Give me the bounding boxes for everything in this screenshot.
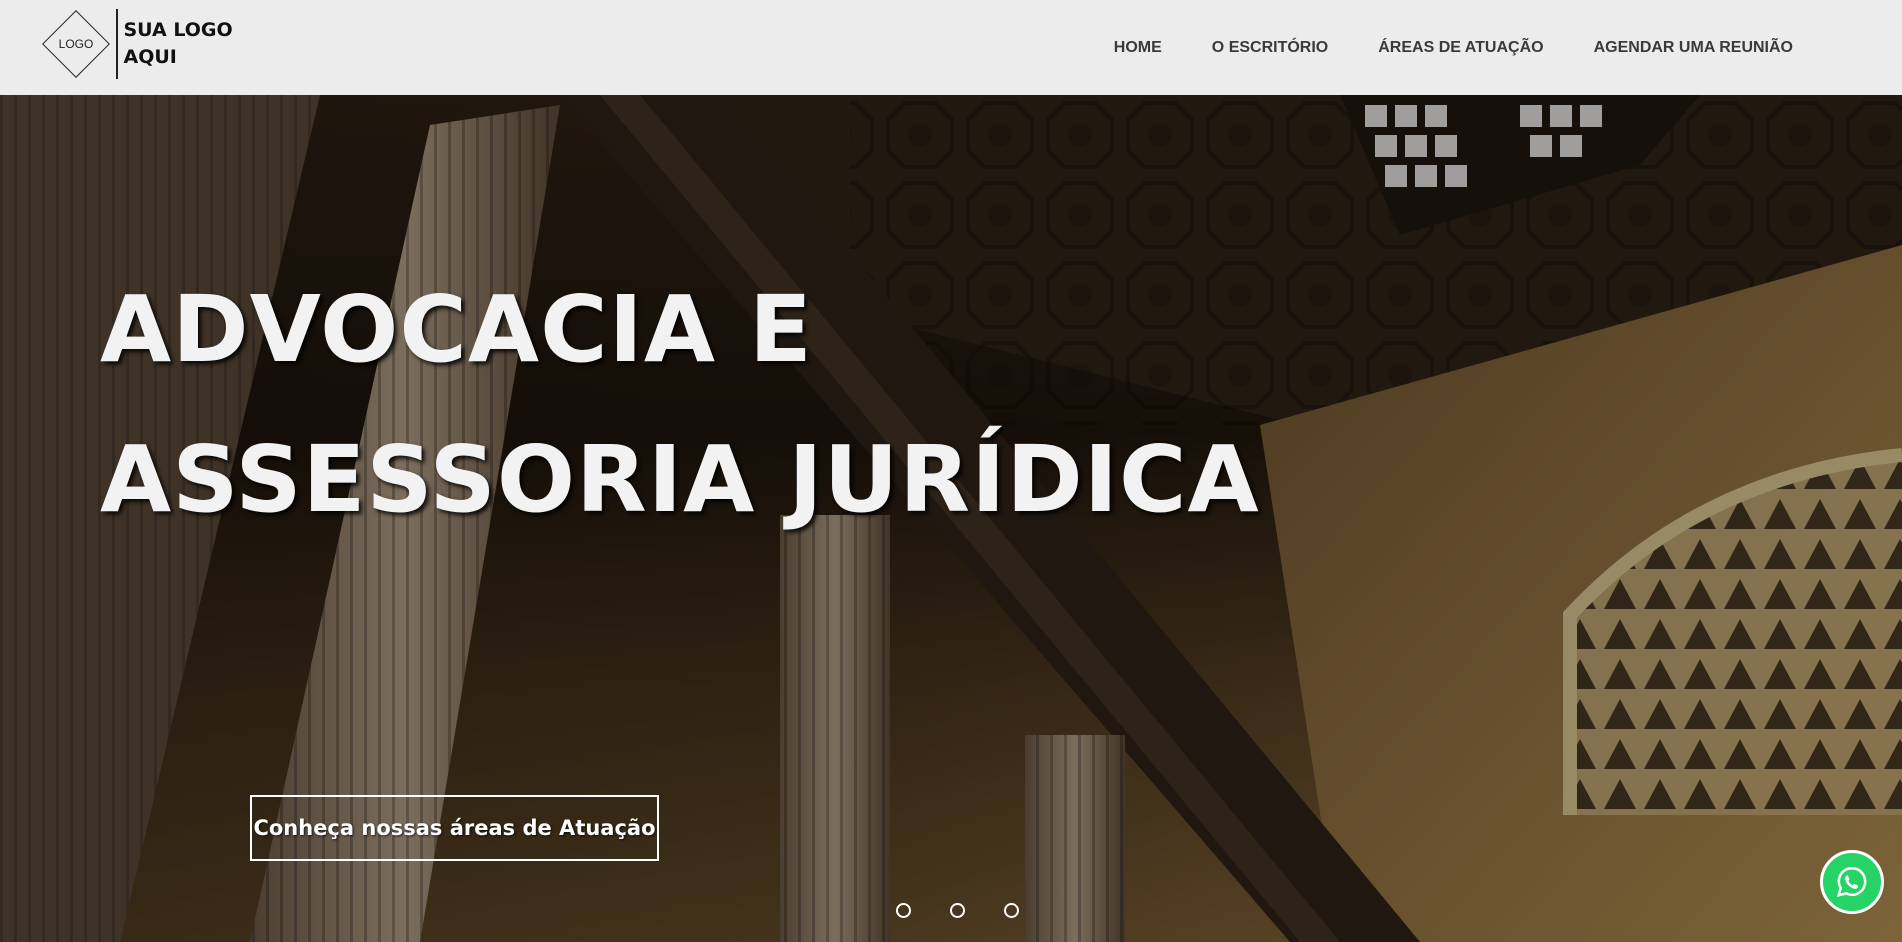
logo-text: SUA LOGO AQUI xyxy=(124,17,234,71)
hero-title-line1: ADVOCACIA E xyxy=(100,276,813,383)
nav-item-areas-de-atuacao[interactable]: ÁREAS DE ATUAÇÃO xyxy=(1378,39,1543,57)
nav-item-agendar-reuniao[interactable]: AGENDAR UMA REUNIÃO xyxy=(1594,39,1793,57)
logo-mark-text: LOGO xyxy=(58,37,94,51)
hero-title: ADVOCACIA E ASSESSORIA JURÍDICA xyxy=(100,255,1300,555)
logo-diamond-icon: LOGO xyxy=(40,8,112,80)
hero-title-line2: ASSESSORIA JURÍDICA xyxy=(100,426,1260,533)
main-nav: HOME O ESCRITÓRIO ÁREAS DE ATUAÇÃO AGEND… xyxy=(1064,0,1793,95)
whatsapp-button[interactable] xyxy=(1820,850,1884,914)
nav-item-home[interactable]: HOME xyxy=(1114,39,1162,57)
nav-item-o-escritorio[interactable]: O ESCRITÓRIO xyxy=(1212,39,1328,57)
logo-text-line1: SUA LOGO xyxy=(123,19,233,41)
slider-dot-1[interactable] xyxy=(896,903,911,918)
cta-areas-button[interactable]: Conheça nossas áreas de Atuação xyxy=(250,795,659,861)
hero-slider: ADVOCACIA E ASSESSORIA JURÍDICA Conheça … xyxy=(0,95,1902,942)
site-header: LOGO SUA LOGO AQUI HOME O ESCRITÓRIO ÁRE… xyxy=(0,0,1902,95)
slider-dot-3[interactable] xyxy=(1004,903,1019,918)
logo-divider xyxy=(116,9,118,79)
slider-dot-2[interactable] xyxy=(950,903,965,918)
slider-dots xyxy=(896,903,1058,918)
logo-text-line2: AQUI xyxy=(123,46,177,68)
whatsapp-icon xyxy=(1836,866,1867,898)
logo[interactable]: LOGO SUA LOGO AQUI xyxy=(40,8,234,80)
